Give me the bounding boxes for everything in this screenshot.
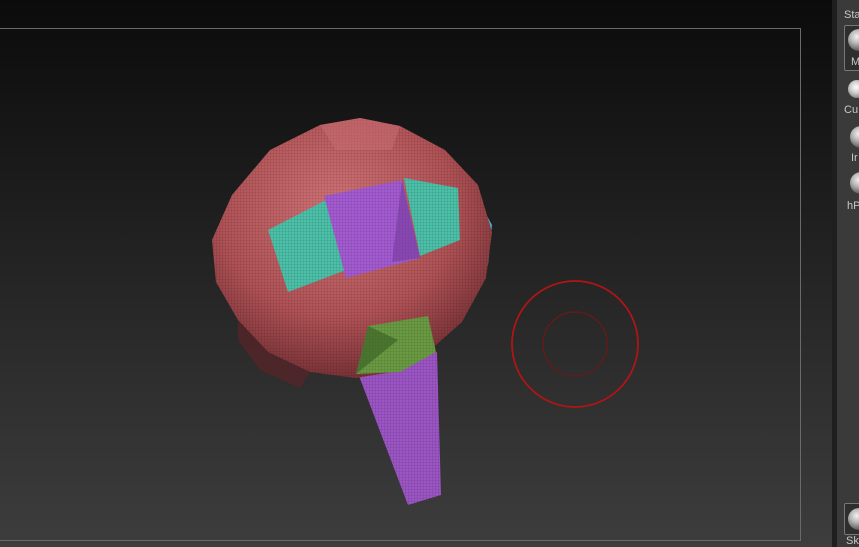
- shelf-label-standard: Sta: [844, 9, 859, 21]
- insert-brush-icon[interactable]: [850, 126, 859, 148]
- brush-draw-size-ring: [511, 280, 639, 408]
- viewport-scene[interactable]: [0, 0, 832, 547]
- brush-focal-shift-ring: [542, 311, 608, 377]
- curve-brush-icon[interactable]: [848, 80, 859, 98]
- sculpt-mesh[interactable]: [212, 118, 492, 505]
- brush-cursor: [511, 280, 639, 408]
- standard-brush-button[interactable]: M: [844, 25, 859, 71]
- tray-divider[interactable]: [832, 0, 837, 547]
- shelf-label-skin: Sk: [846, 535, 859, 547]
- standard-brush-icon: [848, 29, 859, 51]
- shelf-label-material: M: [851, 56, 859, 68]
- right-tray: Sta M Cu Ir hP Sk: [832, 0, 859, 547]
- viewport-canvas[interactable]: [0, 0, 832, 547]
- shelf-label-hpolish: hP: [847, 200, 859, 212]
- skin-shade-material-icon: [848, 508, 859, 530]
- shelf-label-insert: Ir: [851, 152, 858, 164]
- hpolish-brush-icon[interactable]: [850, 172, 859, 194]
- material-button[interactable]: [844, 503, 859, 535]
- shelf-label-curve: Cu: [844, 104, 859, 116]
